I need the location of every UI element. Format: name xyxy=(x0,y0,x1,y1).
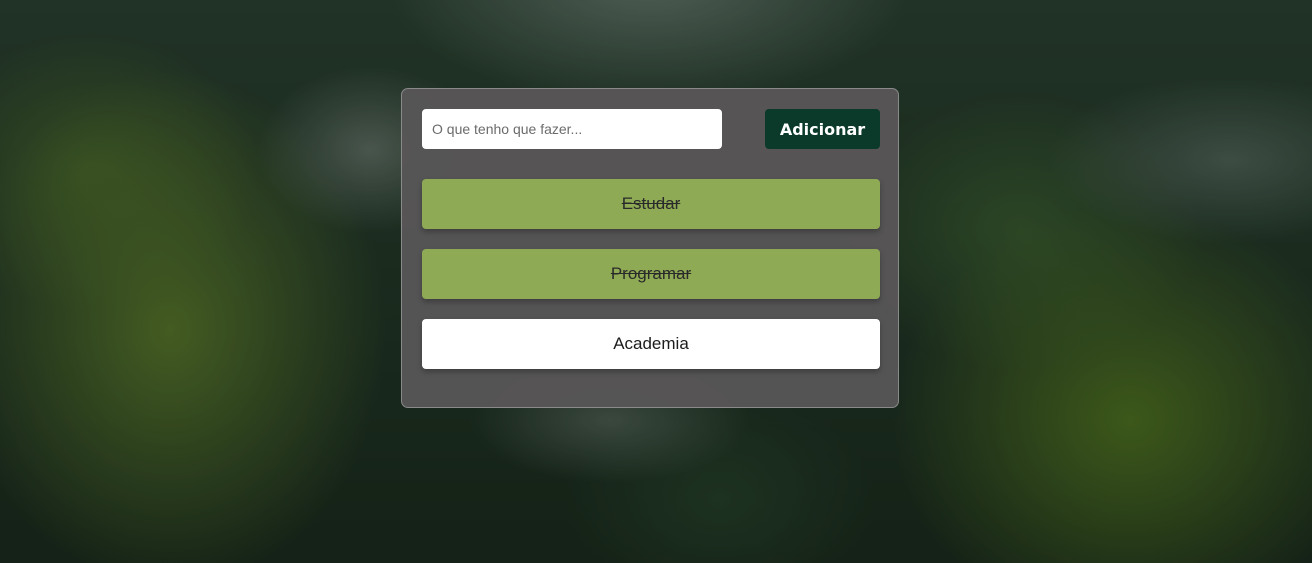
task-label: Programar xyxy=(610,264,692,283)
task-item-estudar[interactable]: Estudar xyxy=(422,179,880,229)
task-input[interactable] xyxy=(422,109,722,149)
task-item-academia[interactable]: Academia xyxy=(422,319,880,369)
task-label: Academia xyxy=(613,334,689,353)
task-list: Estudar Programar Academia xyxy=(422,179,880,389)
task-label: Estudar xyxy=(621,194,681,213)
add-task-button[interactable]: Adicionar xyxy=(765,109,880,149)
task-item-programar[interactable]: Programar xyxy=(422,249,880,299)
todo-card: Adicionar Estudar Programar Academia xyxy=(401,88,899,408)
